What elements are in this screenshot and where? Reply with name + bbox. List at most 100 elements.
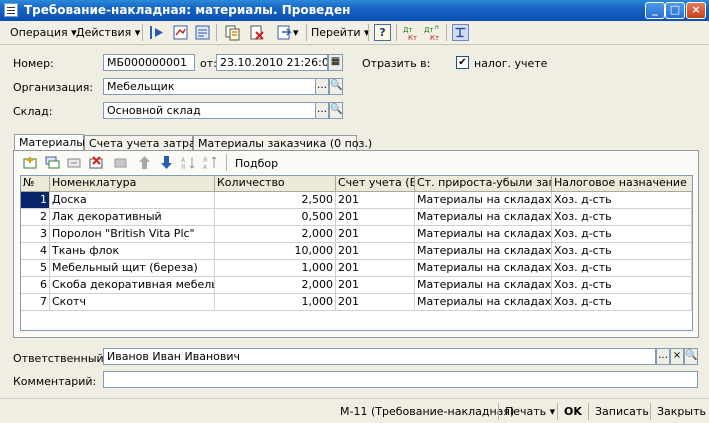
organization-field[interactable]: Мебельщик xyxy=(103,78,316,95)
cell-tax-purpose[interactable]: Хоз. д-сть xyxy=(552,209,692,226)
responsible-field[interactable]: Иванов Иван Иванович xyxy=(103,348,656,365)
materials-table[interactable]: № Номенклатура Количество Счет учета (БУ… xyxy=(20,175,693,331)
cell-tax-purpose[interactable]: Хоз. д-сть xyxy=(552,260,692,277)
cell-nomenclature[interactable]: Скоба декоративная мебельн... xyxy=(50,277,215,294)
operation-menu[interactable]: Операция ▾ xyxy=(10,24,77,41)
move-down-icon[interactable] xyxy=(158,154,175,171)
tab-materials[interactable]: Материалы xyxy=(14,134,85,151)
table-row[interactable]: 3 Поролон "British Vita Plc" 2,000 201 Матер… xyxy=(21,226,692,243)
cell-nomenclature[interactable]: Доска xyxy=(50,192,215,209)
dt-kt-tax-icon[interactable]: Дт Н Кт xyxy=(424,24,441,41)
warehouse-search-icon[interactable]: 🔍 xyxy=(329,102,343,119)
table-row[interactable]: 4 Ткань флок 10,000 201 Материалы на складах… xyxy=(21,243,692,260)
tax-accounting-checkbox[interactable]: ✔ xyxy=(456,56,469,69)
organization-search-icon[interactable]: 🔍 xyxy=(329,78,343,95)
responsible-search-icon[interactable]: 🔍 xyxy=(684,348,698,365)
move-up-icon[interactable] xyxy=(136,154,153,171)
cell-quantity[interactable]: 1,000 xyxy=(215,294,336,311)
cell-nomenclature[interactable]: Лак декоративный xyxy=(50,209,215,226)
cell-growth-item[interactable]: Материалы на складах xyxy=(415,226,552,243)
form-m11-button[interactable]: М-11 (Требование-накладная) xyxy=(340,403,514,420)
cell-growth-item[interactable]: Материалы на складах xyxy=(415,243,552,260)
cell-account[interactable]: 201 xyxy=(336,192,415,209)
cell-number[interactable]: 5 xyxy=(21,260,50,277)
goto-menu[interactable]: Перейти ▾ xyxy=(311,24,370,41)
cell-tax-purpose[interactable]: Хоз. д-сть xyxy=(552,226,692,243)
cell-account[interactable]: 201 xyxy=(336,226,415,243)
dt-kt-icon[interactable]: ДтКт xyxy=(402,24,419,41)
column-header-nomenclature[interactable]: Номенклатура xyxy=(50,176,215,191)
cell-nomenclature[interactable]: Поролон "British Vita Plc" xyxy=(50,226,215,243)
cell-quantity[interactable]: 2,500 xyxy=(215,192,336,209)
cell-nomenclature[interactable]: Мебельный щит (береза) xyxy=(50,260,215,277)
tab-cost-accounts[interactable]: Счета учета затрат xyxy=(84,135,202,151)
organization-select-button[interactable]: … xyxy=(315,78,329,95)
cell-growth-item[interactable]: Материалы на складах xyxy=(415,294,552,311)
close-button[interactable]: Закрыть xyxy=(657,403,706,420)
warehouse-select-button[interactable]: … xyxy=(315,102,329,119)
tab-customer-materials[interactable]: Материалы заказчика (0 поз.) xyxy=(193,135,372,151)
table-row[interactable]: 1 Доска 2,500 201 Материалы на складах Хоз. д… xyxy=(21,192,692,209)
cell-number[interactable]: 3 xyxy=(21,226,50,243)
warehouse-field[interactable]: Основной склад xyxy=(103,102,316,119)
print-menu[interactable]: Печать ▾ xyxy=(505,403,555,420)
column-header-tax-purpose[interactable]: Налоговое назначение xyxy=(552,176,692,191)
number-field[interactable]: МБ000000001 xyxy=(103,54,195,71)
comment-field[interactable] xyxy=(103,371,698,388)
cell-number[interactable]: 6 xyxy=(21,277,50,294)
table-row[interactable]: 6Скоба декоративная мебельн...2,000201Ма… xyxy=(21,277,692,294)
actions-menu[interactable]: Действия ▾ xyxy=(76,24,140,41)
maximize-button[interactable]: □ xyxy=(665,2,685,19)
pick-button[interactable]: Подбор xyxy=(235,157,278,170)
movement-report-icon[interactable] xyxy=(172,24,189,41)
cell-account[interactable]: 201 xyxy=(336,209,415,226)
ok-button[interactable]: OK xyxy=(564,403,582,420)
cell-tax-purpose[interactable]: Хоз. д-сть xyxy=(552,192,692,209)
copy-document-icon[interactable] xyxy=(224,24,241,41)
cell-quantity[interactable]: 0,500 xyxy=(215,209,336,226)
responsible-select-button[interactable]: … xyxy=(656,348,670,365)
end-edit-icon[interactable] xyxy=(112,154,129,171)
sort-asc-icon[interactable]: АЯ xyxy=(180,154,197,171)
cell-tax-purpose[interactable]: Хоз. д-сть xyxy=(552,243,692,260)
save-button[interactable]: Записать xyxy=(595,403,649,420)
column-header-number[interactable]: № xyxy=(21,176,50,191)
add-row-icon[interactable] xyxy=(22,154,39,171)
close-window-button[interactable]: × xyxy=(686,2,706,19)
structure-icon[interactable] xyxy=(194,24,211,41)
minimize-button[interactable]: _ xyxy=(645,2,665,19)
cell-number[interactable]: 7 xyxy=(21,294,50,311)
based-on-dropdown[interactable]: ▾ xyxy=(293,24,299,41)
cell-tax-purpose[interactable]: Хоз. д-сть xyxy=(552,277,692,294)
cell-number[interactable]: 2 xyxy=(21,209,50,226)
cell-tax-purpose[interactable]: Хоз. д-сть xyxy=(552,294,692,311)
edit-row-icon[interactable] xyxy=(66,154,83,171)
table-row[interactable]: 5 Мебельный щит (береза) 1,000 201 Материалы… xyxy=(21,260,692,277)
responsible-clear-icon[interactable]: × xyxy=(670,348,684,365)
column-header-growth-item[interactable]: Ст. прироста-убыли запа... xyxy=(415,176,552,191)
cell-growth-item[interactable]: Материалы на складах xyxy=(415,209,552,226)
delete-row-icon[interactable] xyxy=(88,154,105,171)
cell-quantity[interactable]: 2,000 xyxy=(215,226,336,243)
cell-nomenclature[interactable]: Скотч xyxy=(50,294,215,311)
column-header-quantity[interactable]: Количество xyxy=(215,176,336,191)
cell-growth-item[interactable]: Материалы на складах xyxy=(415,277,552,294)
cell-nomenclature[interactable]: Ткань флок xyxy=(50,243,215,260)
cell-account[interactable]: 201 xyxy=(336,260,415,277)
calendar-icon[interactable]: ▦ xyxy=(328,54,343,71)
delete-document-icon[interactable] xyxy=(248,24,265,41)
date-field[interactable]: 23.10.2010 21:26:04 xyxy=(216,54,328,71)
table-row[interactable]: 2 Лак декоративный 0,500 201 Материалы на ск… xyxy=(21,209,692,226)
post-arrow-icon[interactable] xyxy=(148,24,165,41)
cell-account[interactable]: 201 xyxy=(336,294,415,311)
copy-row-icon[interactable] xyxy=(44,154,61,171)
column-header-account[interactable]: Счет учета (БУ) xyxy=(336,176,415,191)
cell-number[interactable]: 4 xyxy=(21,243,50,260)
based-on-icon[interactable] xyxy=(276,24,293,41)
table-row[interactable]: 7 Скотч 1,000 201 Материалы на складах Хоз. д… xyxy=(21,294,692,311)
cell-account[interactable]: 201 xyxy=(336,243,415,260)
cell-growth-item[interactable]: Материалы на складах xyxy=(415,192,552,209)
cell-quantity[interactable]: 1,000 xyxy=(215,260,336,277)
structure-subordination-icon[interactable] xyxy=(452,24,469,41)
cell-account[interactable]: 201 xyxy=(336,277,415,294)
